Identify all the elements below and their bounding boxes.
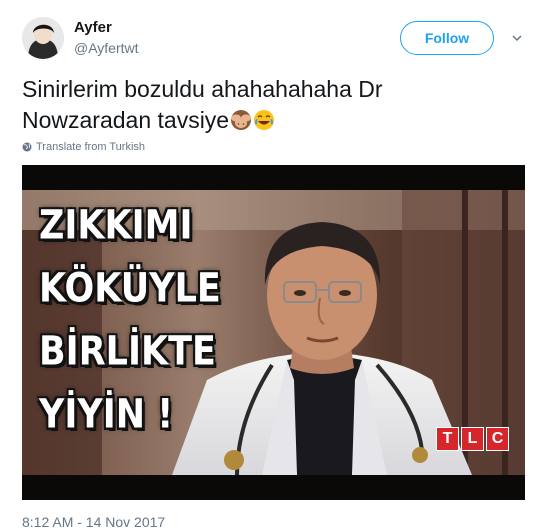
translate-link[interactable]: Translate from Turkish	[22, 141, 145, 153]
tweet-text-line-2: Nowzaradan tavsiye	[22, 107, 230, 133]
media-caption: ZIKKIMI KÖKÜYLE BİRLİKTE YİYİN !	[39, 195, 239, 447]
caption-line-3: BİRLİKTE	[39, 328, 216, 375]
follow-button[interactable]: Follow	[400, 21, 494, 55]
tlc-letter-t: T	[436, 427, 459, 451]
display-name[interactable]: Ayfer	[74, 19, 112, 36]
globe-icon	[22, 142, 32, 152]
avatar[interactable]	[22, 17, 64, 59]
tweet-timestamp[interactable]: 8:12 AM - 14 Nov 2017	[22, 514, 165, 530]
chevron-down-icon[interactable]	[511, 32, 523, 44]
face-with-tears-of-joy-icon	[254, 110, 275, 130]
caption-line-2: KÖKÜYLE	[39, 265, 221, 312]
tweet-text: Sinirlerim bozuldu ahahahahaha Dr Nowzar…	[22, 74, 512, 136]
tweet-text-line-1: Sinirlerim bozuldu ahahahahaha Dr	[22, 76, 383, 102]
translate-label: Translate from Turkish	[36, 141, 146, 153]
tlc-letter-l: L	[461, 427, 484, 451]
user-handle[interactable]: @Ayfertwt	[74, 40, 139, 56]
caption-line-1: ZIKKIMI	[39, 202, 193, 249]
caption-line-4: YİYİN !	[39, 391, 174, 438]
tlc-letter-c: C	[486, 427, 509, 451]
see-no-evil-monkey-icon	[231, 110, 252, 130]
tlc-logo: T L C	[436, 427, 511, 451]
tweet-media-image[interactable]: ZIKKIMI KÖKÜYLE BİRLİKTE YİYİN ! T L C	[22, 165, 525, 500]
